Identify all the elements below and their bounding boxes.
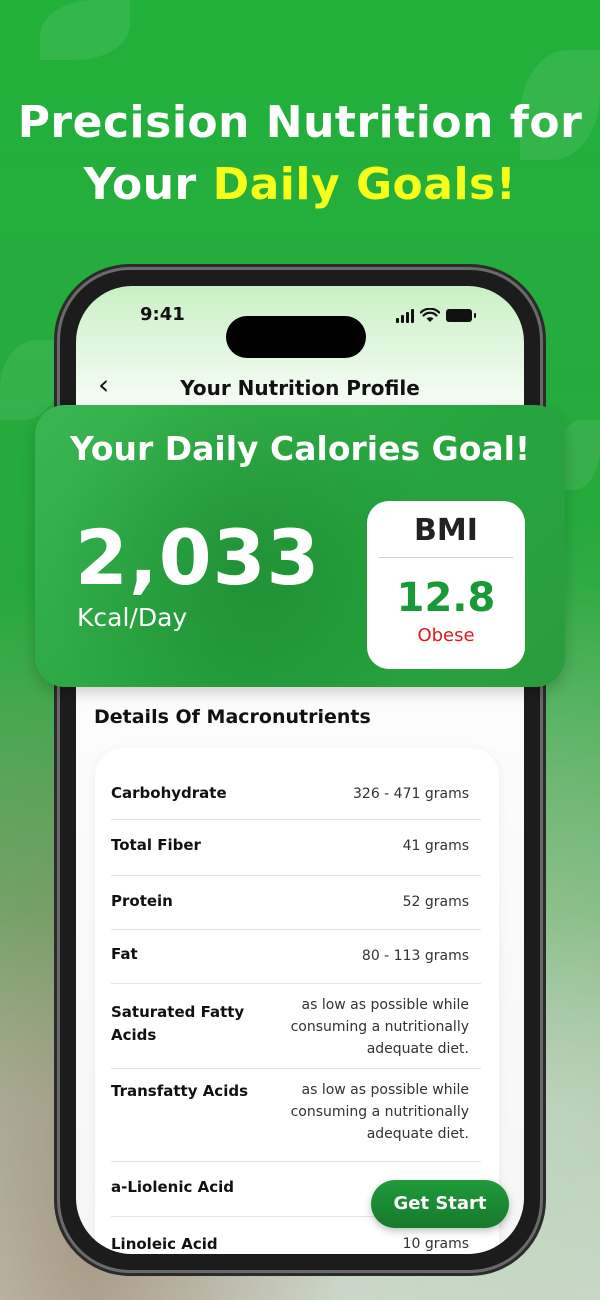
headline-line-2-prefix: Your [83, 159, 213, 210]
macro-value: 326 - 471 grams [353, 786, 469, 802]
macro-name: Transfatty Acids [111, 1082, 249, 1100]
macro-name: Total Fiber [111, 836, 201, 854]
bmi-value: 12.8 [396, 575, 496, 621]
calories-value: 2,033 [75, 513, 321, 602]
macro-value: 52 grams [402, 894, 469, 910]
macro-row: Transfatty Acids as low as possible whil… [111, 1069, 481, 1162]
battery-icon [446, 309, 476, 322]
bmi-box: BMI 12.8 Obese [367, 501, 525, 669]
macro-value: as low as possible while consuming a nut… [290, 1082, 469, 1142]
headline: Precision Nutrition for Your Daily Goals… [0, 92, 600, 216]
calories-goal-card: Your Daily Calories Goal! 2,033 Kcal/Day… [35, 405, 565, 687]
macro-value: 10 grams [402, 1236, 469, 1252]
macro-row: Fat 80 - 113 grams [111, 930, 481, 984]
macro-name: Carbohydrate [111, 784, 227, 802]
macronutrients-title: Details Of Macronutrients [94, 706, 371, 728]
macro-value: 80 - 113 grams [361, 948, 469, 964]
status-icons [396, 308, 476, 323]
macro-name: Fat [111, 945, 138, 963]
headline-line-1: Precision Nutrition for [17, 97, 583, 148]
macro-row: Carbohydrate 326 - 471 grams [111, 748, 481, 820]
macro-row: Total Fiber 41 grams [111, 820, 481, 876]
status-time: 9:41 [140, 304, 185, 325]
bmi-divider [379, 557, 513, 558]
macro-row: Saturated Fatty Acids as low as possible… [111, 984, 481, 1069]
macro-name: Saturated Fatty Acids [111, 1003, 245, 1044]
headline-highlight: Daily Goals! [212, 159, 517, 210]
macro-value: 41 grams [402, 838, 469, 854]
calories-title: Your Daily Calories Goal! [69, 429, 531, 468]
bmi-status: Obese [417, 625, 475, 646]
dynamic-island [226, 316, 366, 358]
status-bar: 9:41 [76, 304, 524, 358]
nav-bar: ‹ Your Nutrition Profile [76, 366, 524, 406]
macro-name: Linoleic Acid [111, 1235, 218, 1253]
calories-unit: Kcal/Day [77, 603, 188, 632]
macronutrients-card: Carbohydrate 326 - 471 grams Total Fiber… [95, 748, 499, 1254]
wifi-icon [420, 308, 440, 322]
macro-row: Protein 52 grams [111, 876, 481, 930]
get-start-button[interactable]: Get Start [371, 1180, 509, 1228]
headline-line-2: Your Daily Goals! [0, 154, 600, 216]
macro-name: a-Liolenic Acid [111, 1178, 234, 1196]
signal-icon [396, 308, 414, 323]
macro-value: as low as possible while consuming a nut… [290, 997, 469, 1057]
bmi-label: BMI [414, 513, 478, 548]
macro-name: Protein [111, 892, 173, 910]
page-title: Your Nutrition Profile [180, 376, 420, 400]
